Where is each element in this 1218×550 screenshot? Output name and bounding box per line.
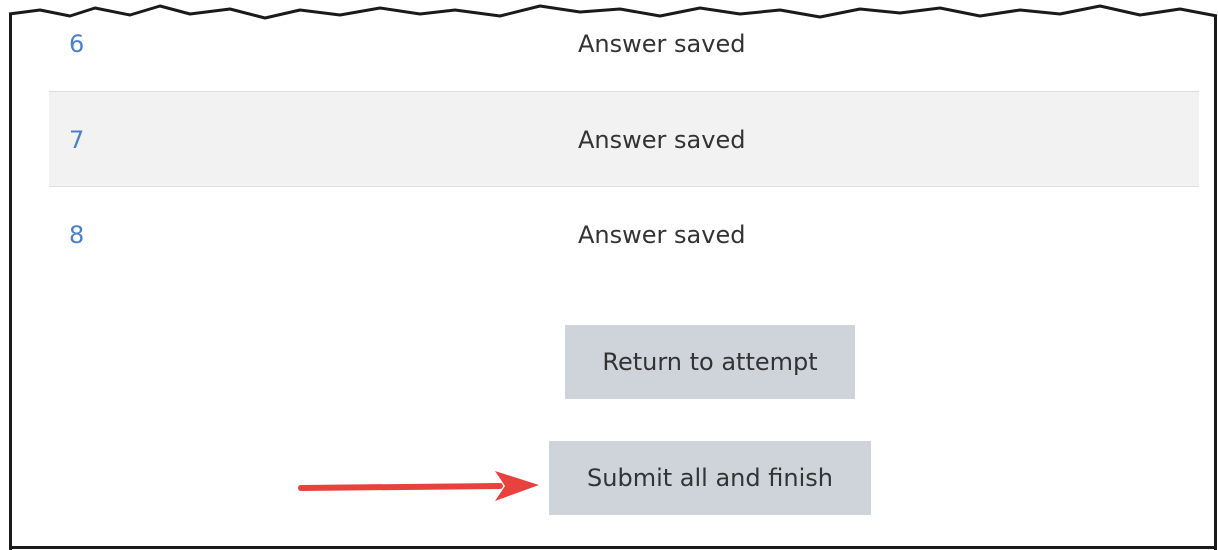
question-link-8[interactable]: 8 <box>69 221 84 249</box>
question-status-8: Answer saved <box>578 221 746 249</box>
frame-border-bottom <box>9 546 1217 549</box>
screenshot-frame: 6 Answer saved 7 Answer saved 8 Answer s… <box>0 0 1218 550</box>
return-to-attempt-button[interactable]: Return to attempt <box>565 325 855 399</box>
summary-row-q7: 7 Answer saved <box>49 91 1199 187</box>
question-status-7: Answer saved <box>578 126 746 154</box>
question-link-6[interactable]: 6 <box>69 30 84 58</box>
red-arrow-annotation <box>298 471 539 501</box>
frame-border-right <box>1214 16 1217 550</box>
question-status-6: Answer saved <box>578 30 746 58</box>
question-link-7[interactable]: 7 <box>69 126 84 154</box>
frame-border-left <box>9 14 12 550</box>
summary-row-q6: 6 Answer saved <box>49 0 1199 94</box>
submit-all-and-finish-button[interactable]: Submit all and finish <box>549 441 871 515</box>
summary-row-q8: 8 Answer saved <box>49 187 1199 281</box>
